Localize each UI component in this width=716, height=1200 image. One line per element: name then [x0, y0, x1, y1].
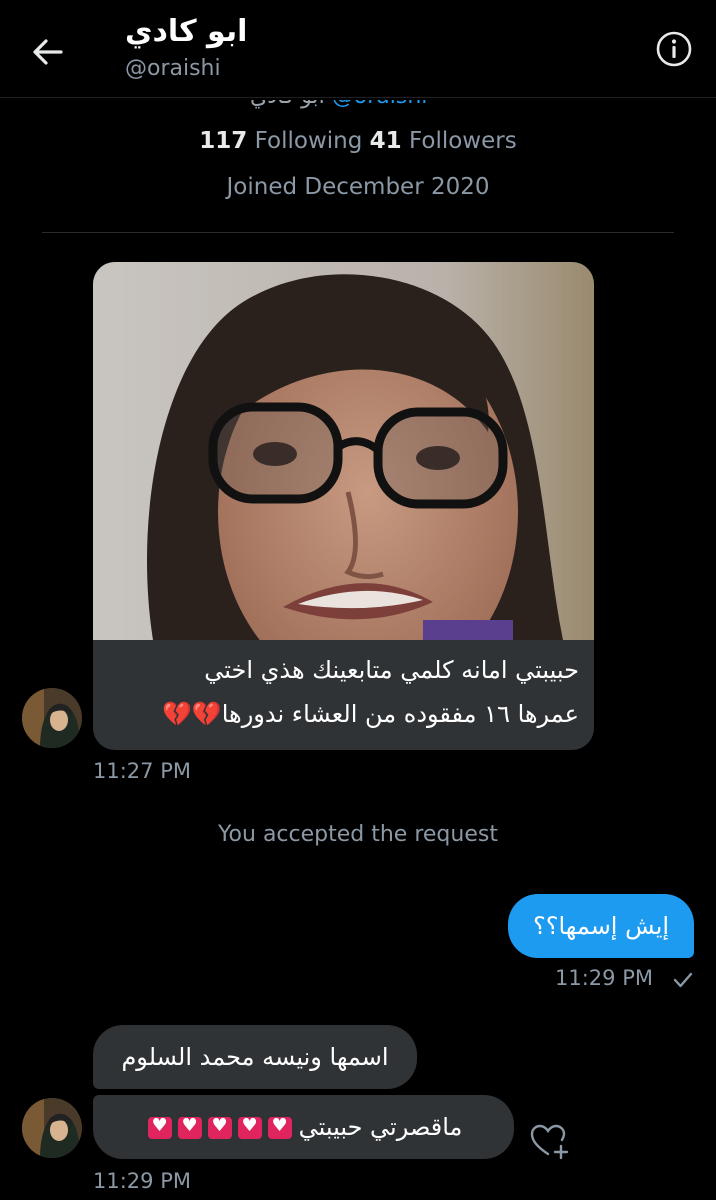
- attached-photo[interactable]: [93, 262, 594, 640]
- following-count[interactable]: 117: [199, 128, 247, 154]
- profile-divider: [42, 232, 674, 233]
- followers-count[interactable]: 41: [370, 128, 402, 154]
- outgoing-message-bubble[interactable]: إيش إسمها؟؟: [508, 894, 694, 958]
- avatar-image: [22, 688, 82, 748]
- heart-emoji-icon: [177, 1115, 202, 1139]
- message-time: 11:27 PM: [93, 759, 191, 783]
- following-label[interactable]: Following: [255, 128, 363, 154]
- incoming-message-bubble-hearts[interactable]: ماقصرتي حبيبتي: [93, 1095, 514, 1159]
- outgoing-message-time: 11:29 PM: [555, 966, 653, 990]
- top-bar: ابو كادي @oraishi: [0, 0, 716, 100]
- joined-date: Joined December 2020: [226, 174, 490, 200]
- heart-emojis: [145, 1113, 295, 1141]
- message-line-2: عمرها ١٦ مفقوده من العشاء ندورها💔💔: [109, 692, 579, 736]
- info-button[interactable]: [653, 28, 695, 70]
- incoming-message-text-hearts: ماقصرتي حبيبتي: [298, 1113, 463, 1141]
- outgoing-message-text: إيش إسمها؟؟: [532, 912, 670, 940]
- message-text: حبيبتي امانه كلمي متابعينك هذي اختي عمره…: [109, 648, 579, 736]
- heart-plus-icon: [530, 1124, 569, 1160]
- message-line-2-text: عمرها ١٦ مفقوده من العشاء ندورها: [221, 700, 579, 728]
- heart-emoji-icon: [207, 1115, 232, 1139]
- broken-heart-emoji: 💔💔: [161, 700, 222, 728]
- incoming-message-bubble[interactable]: اسمها ونيسه محمد السلوم: [93, 1025, 417, 1089]
- message-with-photo[interactable]: حبيبتي امانه كلمي متابعينك هذي اختي عمره…: [93, 262, 594, 750]
- heart-emoji-icon: [237, 1115, 262, 1139]
- checkmark-icon: [673, 972, 693, 988]
- arrow-left-icon: [33, 39, 63, 65]
- header-divider: [0, 97, 716, 98]
- back-button[interactable]: [26, 30, 70, 74]
- heart-emoji-icon: [147, 1115, 172, 1139]
- info-icon: [656, 31, 692, 67]
- react-button[interactable]: [528, 1122, 572, 1160]
- sender-avatar[interactable]: [22, 1098, 82, 1158]
- conversation-handle: @oraishi: [125, 56, 221, 81]
- request-accepted-notice: You accepted the request: [218, 822, 498, 847]
- message-line-1: حبيبتي امانه كلمي متابعينك هذي اختي: [204, 656, 579, 684]
- heart-emoji-icon: [267, 1115, 292, 1139]
- followers-label[interactable]: Followers: [409, 128, 517, 154]
- sender-avatar[interactable]: [22, 688, 82, 748]
- message-time-last: 11:29 PM: [93, 1169, 191, 1193]
- follow-stats: 117 Following 41 Followers: [0, 128, 716, 154]
- conversation-title[interactable]: ابو كادي: [125, 14, 247, 49]
- photo-image: [93, 262, 594, 640]
- incoming-message-text: اسمها ونيسه محمد السلوم: [121, 1043, 389, 1071]
- avatar-image: [22, 1098, 82, 1158]
